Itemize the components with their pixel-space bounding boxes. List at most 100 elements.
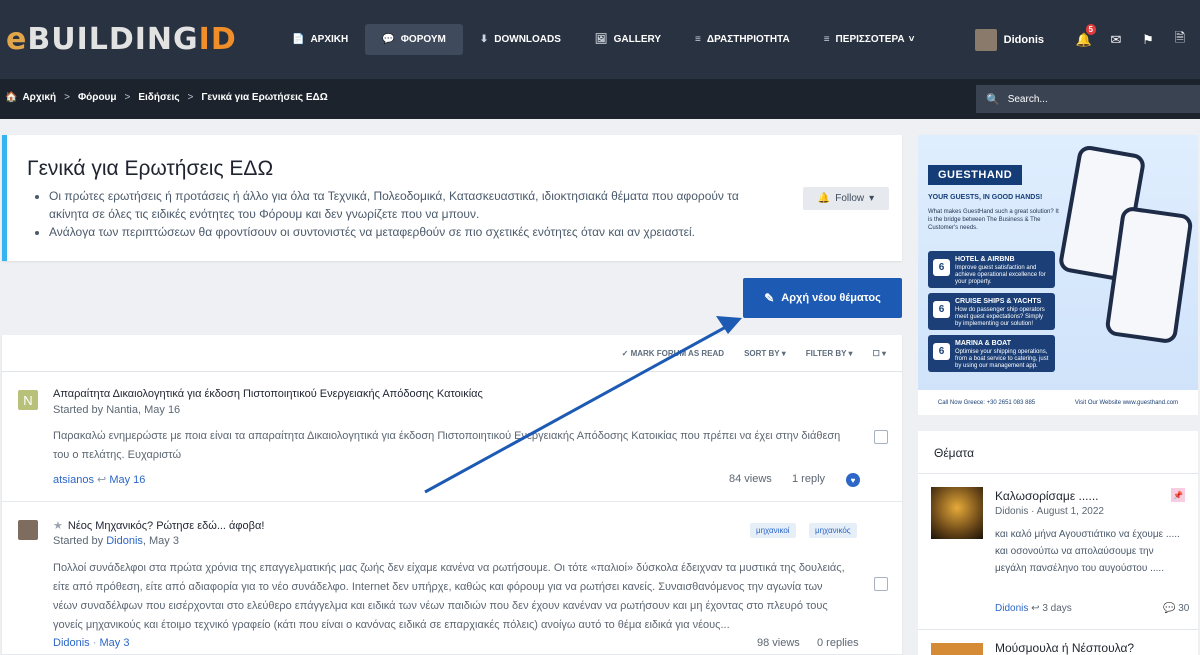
breadcrumb-news[interactable]: Ειδήσεις [138,92,179,103]
sidebar-thread-meta[interactable]: Didonis · August 1, 2022 [995,506,1104,517]
foot-user[interactable]: Didonis [995,603,1028,614]
last-user[interactable]: atsianos [53,474,94,486]
ad-visit: Visit Our Website www.guesthand.com [1074,399,1179,406]
pin-icon: 📌 [1171,488,1185,502]
filter-bar: ✓ MARK FORUM AS READ SORT BY ▾ FILTER BY… [2,335,902,372]
nav-gallery-label: GALLERY [613,34,662,45]
ad-tagline: YOUR GUESTS, IN GOOD HANDS! [928,194,1043,201]
last-user[interactable]: Didonis [53,637,90,649]
thread-title-text: Νέος Μηχανικός? Ρώτησε εδώ... άφοβα! [67,520,265,532]
replies-count: 1 reply [792,473,826,485]
brand-icon: 6 [933,343,950,360]
bell-icon[interactable]: 🔔 5 [1074,23,1096,50]
breadcrumb-current[interactable]: Γενικά για Ερωτήσεις ΕΔΩ [201,92,327,103]
logo-id: ID [198,21,237,57]
ad-brand: GUESTHAND [928,165,1023,185]
new-thread-button[interactable]: ✎ Αρχή νέου θέματος [743,278,902,318]
sort-by-button[interactable]: SORT BY ▾ [744,349,786,358]
thread-last-post[interactable]: atsianos ↩ May 16 [53,473,145,486]
sidebar-title: Θέματα [934,446,975,460]
logo-e: e [6,21,28,57]
started-user[interactable]: Didonis [106,535,143,547]
heart-icon: ♥ [846,473,860,487]
ad-box-hotel: 6 HOTEL & AIRBNB Improve guest satisfactio… [928,251,1055,288]
views-count: 84 views [729,473,772,485]
views-count: 98 views [757,637,800,649]
filter-by-button[interactable]: FILTER BY ▾ [806,349,853,358]
page-title: Γενικά για Ερωτήσεις ΕΔΩ [27,157,274,180]
ad-blurb: What makes GuestHand such a great soluti… [928,209,1059,231]
username[interactable]: Didonis [1004,34,1044,46]
sidebar-thread-text: και καλό μήνα Αγουστιάτικο να έχουμε ...… [995,529,1180,574]
mail-icon[interactable]: ✉ [1106,30,1126,50]
thread-thumbnail[interactable] [931,487,983,539]
tag[interactable]: μηχανικοί [750,523,796,538]
forum-header: Γενικά για Ερωτήσεις ΕΔΩ Οι πρώτες ερωτή… [2,135,902,261]
logo-building: BUILDING [27,21,199,57]
thread-title[interactable]: ★ Νέος Μηχανικός? Ρώτησε εδώ... άφοβα! [53,519,264,532]
mark-read-button[interactable]: ✓ MARK FORUM AS READ [622,349,724,358]
nav-activity-label: ΔΡΑΣΤΗΡΙΟΤΗΤΑ [706,34,790,45]
breadcrumb-sep: > [187,92,194,103]
nav-downloads[interactable]: ⬇ DOWNLOADS [463,24,578,55]
mark-read-label: MARK FORUM AS READ [630,348,725,358]
ad-footer: Call Now Greece: +30 2651 083 885 Visit … [918,390,1198,415]
avatar[interactable] [974,28,997,51]
forum-description: Οι πρώτες ερωτήσεις ή προτάσεις ή άλλο γ… [37,187,792,241]
avatar[interactable] [18,520,38,540]
ad-box-text: Improve guest satisfaction and achieve o… [955,265,1046,285]
table-row[interactable]: ★ Νέος Μηχανικός? Ρώτησε εδώ... άφοβα! St… [2,502,902,655]
nav-forum[interactable]: 💬 ΦΟΡΟΥΜ [365,24,463,55]
nav-more[interactable]: ≡ ΠΕΡΙΣΣΟΤΕΡΑ ˅ [807,24,932,55]
tag[interactable]: μηχανικός [809,523,857,538]
table-row[interactable]: N Απαραίτητα Δικαιολογητικά για έκδοση Π… [2,372,902,502]
thread-last-post[interactable]: Didonis · May 3 [53,637,129,649]
last-date: May 16 [109,474,146,486]
home-page-icon: 📄 [292,34,305,45]
avatar[interactable]: N [18,390,38,410]
star-icon: ★ [53,520,63,532]
sidebar-advertisement[interactable]: GUESTHAND YOUR GUESTS, IN GOOD HANDS! Wh… [918,135,1198,415]
sidebar-thread-title[interactable]: Καλωσορίσαμε ...... [995,489,1099,503]
arrow-head [716,316,742,334]
edit-icon: ✎ [764,291,775,305]
divider [918,629,1198,630]
flag-icon[interactable]: ⚑ [1138,30,1158,50]
thread-title[interactable]: Απαραίτητα Δικαιολογητικά για έκδοση Πισ… [53,388,483,400]
nav-more-label: ΠΕΡΙΣΣΟΤΕΡΑ [835,34,905,45]
divider [918,473,1198,474]
site-logo[interactable]: e BUILDING ID [6,18,237,60]
nav-activity[interactable]: ≡ ΔΡΑΣΤΗΡΙΟΤΗΤΑ [678,24,807,55]
thread-list: ✓ MARK FORUM AS READ SORT BY ▾ FILTER BY… [2,335,902,655]
nav-home[interactable]: 📄 ΑΡΧΙΚΗ [275,24,365,55]
breadcrumb-home[interactable]: Αρχική [22,92,56,103]
thread-excerpt: Παρακαλώ ενημερώστε με ποια είναι τα απα… [53,430,841,461]
foot-time: 3 days [1042,603,1072,614]
ad-box-text: How do passenger ship operators meet gue… [955,307,1045,327]
thread-excerpt: Πολλοί συνάδελφοι στα πρώτα χρόνια της ε… [53,562,845,631]
search-label: Search... [1007,93,1048,105]
sidebar-thread-title[interactable]: Μούσμουλα ή Νέσπουλα? [995,641,1134,655]
document-icon[interactable]: 🗎 [1170,30,1190,50]
thread-thumbnail[interactable] [931,643,983,655]
started-prefix: Started by [53,535,104,547]
ad-box-text: Optimise your shipping operations, from … [955,349,1049,369]
ad-box-marina: 6 MARINA & BOAT Optimise your shipping ope… [928,335,1055,372]
chevron-down-icon: ▾ [869,193,875,204]
select-all-checkbox[interactable]: ☐ ▾ [873,349,886,358]
nav-gallery[interactable]: 🖼 GALLERY [578,24,678,55]
thread-checkbox[interactable] [874,430,888,444]
last-date: May 3 [99,637,130,649]
main-nav: 📄 ΑΡΧΙΚΗ 💬 ΦΟΡΟΥΜ ⬇ DOWNLOADS 🖼 GALLERY ≡ ΔΡΑ… [275,24,931,55]
thread-checkbox[interactable] [874,577,888,591]
filter-label: FILTER BY [805,348,847,358]
breadcrumb-sep: > [64,92,70,103]
home-icon[interactable]: 🏠 [5,92,17,103]
follow-button[interactable]: 🔔 Follow ▾ [803,187,889,210]
comment-count: 💬 30 [1163,603,1189,614]
search-input[interactable]: 🔍 Search... [976,85,1200,113]
breadcrumb-forum[interactable]: Φόρουμ [78,92,117,103]
new-thread-label: Αρχή νέου θέματος [781,292,881,304]
nav-downloads-label: DOWNLOADS [494,34,561,45]
brand-icon: 6 [933,301,950,318]
